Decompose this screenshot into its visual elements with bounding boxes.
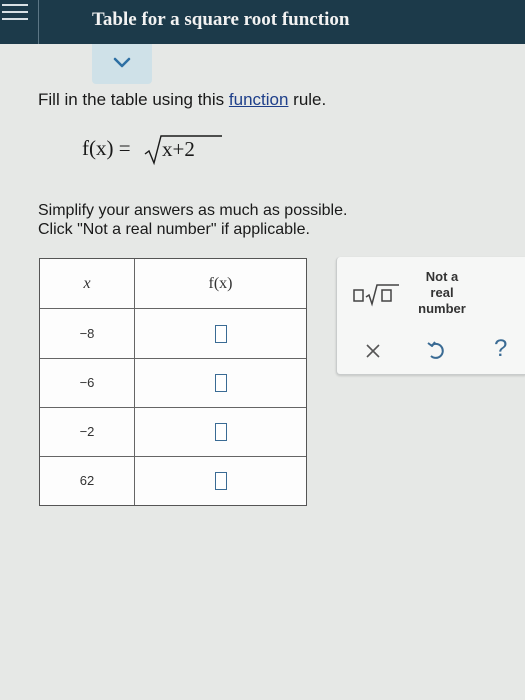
simplify-line-2: Click "Not a real number" if applicable. (38, 221, 310, 238)
not-real-line-3: number (418, 301, 466, 316)
undo-button[interactable] (425, 337, 447, 363)
close-icon (366, 344, 380, 358)
answer-input[interactable] (214, 471, 227, 490)
answer-keypad: Not a real number ? (336, 257, 525, 375)
x-cell: 62 (40, 456, 135, 505)
help-icon[interactable]: ? (494, 337, 514, 363)
instruction-suffix: rule. (288, 90, 327, 109)
fx-cell (135, 456, 306, 505)
x-cell: −2 (40, 407, 135, 456)
not-real-line-2: real (430, 285, 454, 300)
x-value: −6 (79, 375, 95, 390)
x-value: −2 (79, 424, 95, 439)
hamburger-icon[interactable] (0, 0, 39, 44)
answer-input[interactable] (214, 373, 227, 392)
undo-icon (427, 341, 444, 359)
table-row: −2 (40, 407, 306, 457)
table-row: −6 (40, 358, 306, 408)
x-value: 62 (79, 473, 95, 488)
not-real-line-1: Not a (425, 269, 459, 284)
square-root-button[interactable] (352, 279, 402, 309)
x-cell: −8 (40, 309, 135, 358)
instruction-prefix: Fill in the table using this (38, 90, 229, 109)
table-row: −8 (40, 309, 306, 359)
function-rule: f(x) = x+2 (82, 132, 222, 168)
clear-button[interactable] (363, 337, 383, 363)
answer-input[interactable] (214, 324, 227, 343)
collapse-toggle-button[interactable] (92, 44, 152, 84)
function-link[interactable]: function (229, 90, 289, 109)
x-cell: −6 (40, 358, 135, 407)
fx-cell (135, 309, 306, 358)
table-header-row: x f(x) (40, 259, 306, 309)
answer-input[interactable] (214, 422, 227, 441)
header-x-cell: x (40, 259, 135, 308)
page-title: Table for a square root function (92, 9, 350, 30)
formula-radicand: x+2 (162, 137, 195, 161)
header-x: x (83, 274, 91, 292)
simplify-line-1: Simplify your answers as much as possibl… (38, 202, 348, 219)
not-a-real-number-button[interactable]: Not a real number (411, 269, 473, 317)
header-fx: f(x) (208, 274, 233, 292)
chevron-down-icon (113, 57, 131, 68)
x-value: −8 (79, 326, 95, 341)
fx-cell (135, 358, 306, 407)
simplify-instructions: Simplify your answers as much as possibl… (38, 201, 347, 239)
fx-cell (135, 407, 306, 456)
square-root-icon (353, 284, 399, 307)
instruction-text: Fill in the table using this function ru… (38, 90, 326, 110)
function-table: x f(x) −8 −6 −2 62 (39, 258, 307, 506)
app-header: Table for a square root function (0, 0, 525, 44)
header-fx-cell: f(x) (135, 259, 306, 308)
formula-lhs: f(x) = (82, 136, 131, 160)
table-row: 62 (40, 456, 306, 505)
